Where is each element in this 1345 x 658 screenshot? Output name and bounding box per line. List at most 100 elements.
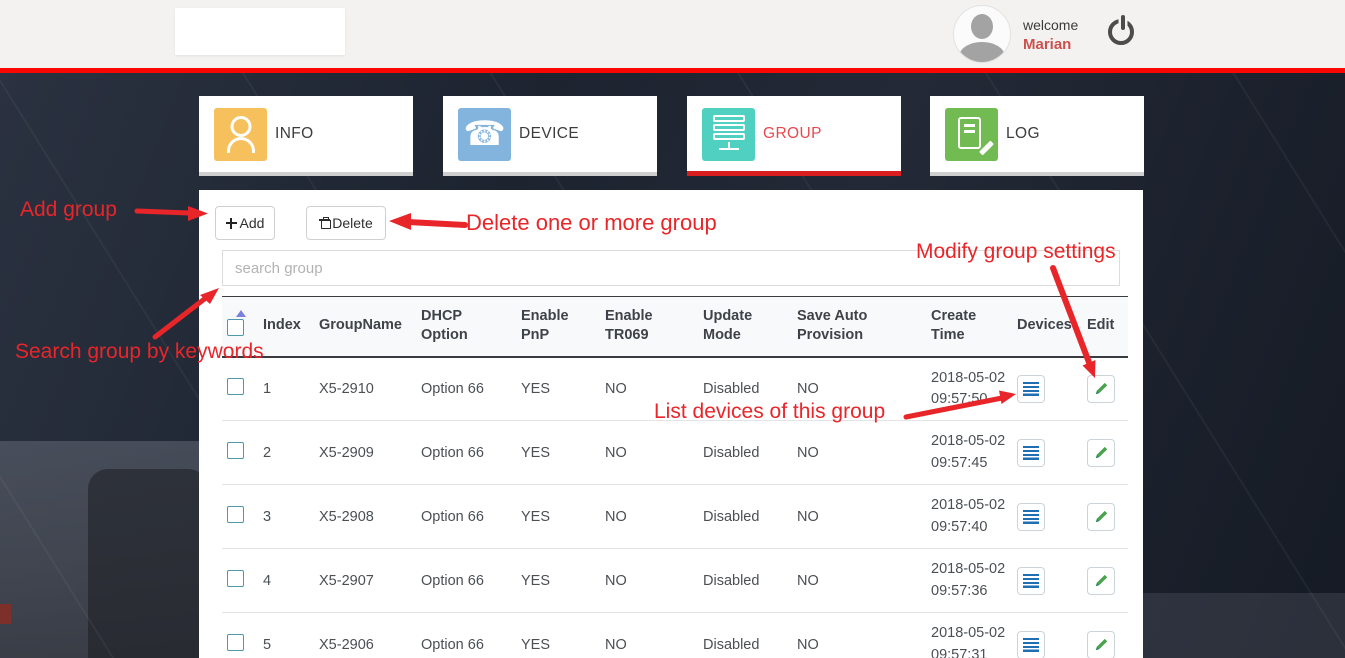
tab-group-label: GROUP bbox=[763, 125, 822, 142]
pencil-icon bbox=[1095, 383, 1107, 395]
device-list-icon bbox=[1023, 509, 1039, 524]
cell-group-name: X5-2910 bbox=[319, 380, 374, 397]
delete-button[interactable]: Delete bbox=[306, 206, 386, 240]
table-row: 2 X5-2909 Option 66 YES NO Disabled NO 2… bbox=[222, 421, 1128, 485]
logout-power-button[interactable] bbox=[1105, 15, 1141, 51]
list-devices-button[interactable] bbox=[1017, 630, 1045, 658]
cell-update-mode: Disabled bbox=[703, 444, 760, 461]
row-checkbox[interactable] bbox=[227, 570, 244, 587]
add-button-label: Add bbox=[239, 215, 265, 231]
server-icon bbox=[702, 108, 755, 161]
cell-enable-pnp: YES bbox=[521, 444, 551, 461]
background-photo-detail bbox=[0, 604, 11, 624]
table-row: 1 X5-2910 Option 66 YES NO Disabled NO 2… bbox=[222, 357, 1128, 421]
cell-create-time: 2018-05-02 09:57:50 bbox=[931, 369, 1006, 407]
col-header-update-mode[interactable]: Update Mode bbox=[698, 297, 792, 357]
tab-info-label: INFO bbox=[275, 125, 314, 142]
add-button[interactable]: Add bbox=[215, 206, 275, 240]
cell-index: 1 bbox=[263, 380, 272, 397]
device-list-icon bbox=[1023, 445, 1039, 460]
avatar-body-shape bbox=[959, 42, 1005, 62]
cell-group-name: X5-2906 bbox=[319, 636, 374, 653]
edit-group-button[interactable] bbox=[1087, 438, 1115, 467]
col-header-devices: Devices bbox=[1017, 317, 1072, 334]
col-header-enable-tr069[interactable]: Enable TR069 bbox=[600, 297, 698, 357]
col-header-dhcp-option[interactable]: DHCP Option bbox=[416, 297, 516, 357]
col-header-enable-pnp[interactable]: Enable PnP bbox=[516, 297, 600, 357]
tab-group[interactable]: GROUP bbox=[687, 96, 901, 176]
select-all-checkbox[interactable] bbox=[227, 318, 244, 336]
col-header-save-auto-provision[interactable]: Save Auto Provision bbox=[792, 297, 926, 357]
cell-update-mode: Disabled bbox=[703, 572, 760, 589]
cell-group-name: X5-2909 bbox=[319, 444, 374, 461]
background-photo-right bbox=[1143, 593, 1345, 658]
plus-icon bbox=[225, 217, 237, 229]
delete-button-label: Delete bbox=[332, 215, 373, 231]
cell-enable-pnp: YES bbox=[521, 572, 551, 589]
cell-index: 5 bbox=[263, 636, 272, 653]
tab-device[interactable]: DEVICE bbox=[443, 96, 657, 176]
row-checkbox[interactable] bbox=[227, 634, 244, 651]
cell-update-mode: Disabled bbox=[703, 636, 760, 653]
cell-index: 2 bbox=[263, 444, 272, 461]
pencil-icon bbox=[1095, 638, 1107, 651]
avatar[interactable] bbox=[953, 5, 1011, 63]
cell-dhcp-option: Option 66 bbox=[421, 636, 484, 653]
row-checkbox[interactable] bbox=[227, 506, 244, 523]
tab-log[interactable]: LOG bbox=[930, 96, 1144, 176]
cell-create-time: 2018-05-02 09:57:45 bbox=[931, 433, 1006, 471]
col-header-index[interactable]: Index bbox=[258, 297, 314, 357]
top-header-bar: welcome Marian bbox=[0, 0, 1345, 68]
pencil-icon bbox=[1095, 446, 1107, 459]
cell-enable-pnp: YES bbox=[521, 380, 551, 397]
welcome-label: welcome bbox=[1023, 17, 1079, 33]
edit-group-button[interactable] bbox=[1087, 630, 1115, 658]
table-row: 4 X5-2907 Option 66 YES NO Disabled NO 2… bbox=[222, 549, 1128, 613]
list-devices-button[interactable] bbox=[1017, 566, 1045, 595]
username-label: Marian bbox=[1023, 36, 1072, 53]
group-table: Index GroupName DHCP Option Enable PnP E… bbox=[222, 296, 1128, 658]
cell-index: 4 bbox=[263, 572, 272, 589]
background-photo-left bbox=[0, 441, 212, 658]
phone-icon bbox=[458, 108, 511, 161]
col-header-create-time[interactable]: Create Time bbox=[926, 297, 1012, 357]
edit-group-button[interactable] bbox=[1087, 566, 1115, 595]
cell-create-time: 2018-05-02 09:57:40 bbox=[931, 497, 1006, 535]
pencil-icon bbox=[1095, 574, 1107, 587]
search-group-input[interactable] bbox=[222, 250, 1120, 286]
row-checkbox[interactable] bbox=[227, 378, 244, 396]
avatar-head-shape bbox=[971, 14, 993, 39]
cell-save-auto-provision: NO bbox=[797, 508, 819, 525]
tab-device-label: DEVICE bbox=[519, 125, 580, 142]
app-window: welcome Marian INFO DEVICE GROUP bbox=[0, 0, 1345, 658]
cell-enable-pnp: YES bbox=[521, 508, 551, 525]
col-header-group-name[interactable]: GroupName bbox=[314, 297, 416, 357]
edit-group-button[interactable] bbox=[1087, 374, 1115, 403]
cell-group-name: X5-2907 bbox=[319, 572, 374, 589]
cell-dhcp-option: Option 66 bbox=[421, 444, 484, 461]
cell-enable-tr069: NO bbox=[605, 444, 627, 461]
cell-save-auto-provision: NO bbox=[797, 380, 819, 397]
device-list-icon bbox=[1023, 573, 1039, 588]
list-devices-button[interactable] bbox=[1017, 438, 1045, 467]
cell-create-time: 2018-05-02 09:57:31 bbox=[931, 625, 1006, 658]
cell-dhcp-option: Option 66 bbox=[421, 380, 484, 397]
cell-enable-tr069: NO bbox=[605, 572, 627, 589]
edit-group-button[interactable] bbox=[1087, 502, 1115, 531]
cell-dhcp-option: Option 66 bbox=[421, 508, 484, 525]
cell-index: 3 bbox=[263, 508, 272, 525]
row-checkbox[interactable] bbox=[227, 442, 244, 459]
cell-save-auto-provision: NO bbox=[797, 444, 819, 461]
tab-info[interactable]: INFO bbox=[199, 96, 413, 176]
tab-log-label: LOG bbox=[1006, 125, 1040, 142]
cell-create-time: 2018-05-02 09:57:36 bbox=[931, 561, 1006, 599]
cell-save-auto-provision: NO bbox=[797, 572, 819, 589]
list-devices-button[interactable] bbox=[1017, 502, 1045, 531]
cell-enable-pnp: YES bbox=[521, 636, 551, 653]
sort-ascending-icon[interactable] bbox=[236, 309, 246, 317]
logo-placeholder bbox=[175, 8, 345, 55]
document-icon bbox=[945, 108, 998, 161]
pencil-icon bbox=[1095, 510, 1107, 523]
list-devices-button[interactable] bbox=[1017, 374, 1045, 403]
table-row: 5 X5-2906 Option 66 YES NO Disabled NO 2… bbox=[222, 613, 1128, 658]
